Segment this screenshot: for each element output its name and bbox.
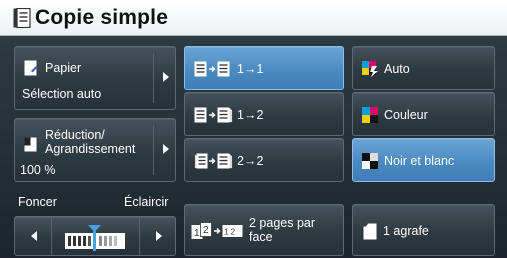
staple-label: 1 agrafe: [383, 224, 429, 238]
black-white-icon: [362, 153, 378, 174]
sides-2to2-button[interactable]: 2→2: [184, 138, 344, 182]
chevron-right-icon: [163, 72, 169, 82]
sides-2to2-label: 2→2: [237, 154, 264, 168]
density-darker-label: Foncer: [18, 195, 57, 209]
one-to-two-sided-icon: [194, 107, 234, 128]
n-up-result: 1 2: [224, 228, 236, 237]
pages-per-side-button[interactable]: 1 2 1 2 2 pages par face: [184, 204, 344, 256]
n-up-page-1: 1: [194, 228, 200, 239]
chevron-right-icon: [156, 231, 162, 241]
color-full-button[interactable]: Couleur: [352, 92, 495, 136]
sides-1to1-button[interactable]: 1→1: [184, 46, 344, 90]
density-lighter-label: Éclaircir: [124, 195, 169, 209]
paper-value: Sélection auto: [22, 87, 102, 101]
reduce-enlarge-icon: [24, 137, 37, 157]
one-to-one-sided-icon: [194, 61, 234, 82]
color-full-label: Couleur: [384, 108, 428, 122]
staple-icon: [363, 223, 377, 245]
page-title: Copie simple: [35, 5, 169, 29]
chevron-left-icon: [31, 231, 37, 241]
tile-divider: [51, 217, 52, 255]
density-control: [14, 216, 176, 256]
sides-1to1-label: 1→1: [237, 62, 264, 76]
title-bar: Copie simple: [0, 0, 507, 36]
n-up-icon: 1 2 1 2: [191, 222, 247, 245]
sides-1to2-label: 1→2: [237, 108, 264, 122]
copy-document-icon: [13, 7, 31, 28]
sides-1to2-button[interactable]: 1→2: [184, 92, 344, 136]
density-increase-button[interactable]: [140, 217, 176, 255]
full-color-icon: [362, 107, 378, 128]
reduce-enlarge-label: Réduction/ Agrandissement: [45, 128, 136, 156]
n-up-page-2: 2: [203, 225, 209, 236]
color-bw-label: Noir et blanc: [384, 154, 455, 168]
paper-label: Papier: [45, 61, 82, 75]
paper-icon: [24, 60, 38, 81]
tile-divider: [153, 125, 154, 175]
color-auto-label: Auto: [384, 62, 410, 76]
reduce-enlarge-value: 100 %: [20, 163, 56, 177]
color-auto-button[interactable]: Auto: [352, 46, 495, 90]
pages-per-side-label: 2 pages par face: [249, 216, 316, 244]
copy-options-panel: Papier Sélection auto Réduction/ Agrandi…: [0, 36, 507, 258]
chevron-right-icon: [163, 144, 169, 154]
color-bw-button[interactable]: Noir et blanc: [352, 138, 495, 182]
auto-color-icon: [362, 61, 378, 82]
density-slider[interactable]: [59, 223, 131, 251]
reduce-enlarge-button[interactable]: Réduction/ Agrandissement 100 %: [14, 118, 176, 182]
two-to-two-sided-icon: [194, 152, 234, 174]
density-decrease-button[interactable]: [15, 217, 51, 255]
tile-divider: [153, 53, 154, 103]
paper-button[interactable]: Papier Sélection auto: [14, 46, 176, 110]
staple-button[interactable]: 1 agrafe: [352, 204, 495, 256]
